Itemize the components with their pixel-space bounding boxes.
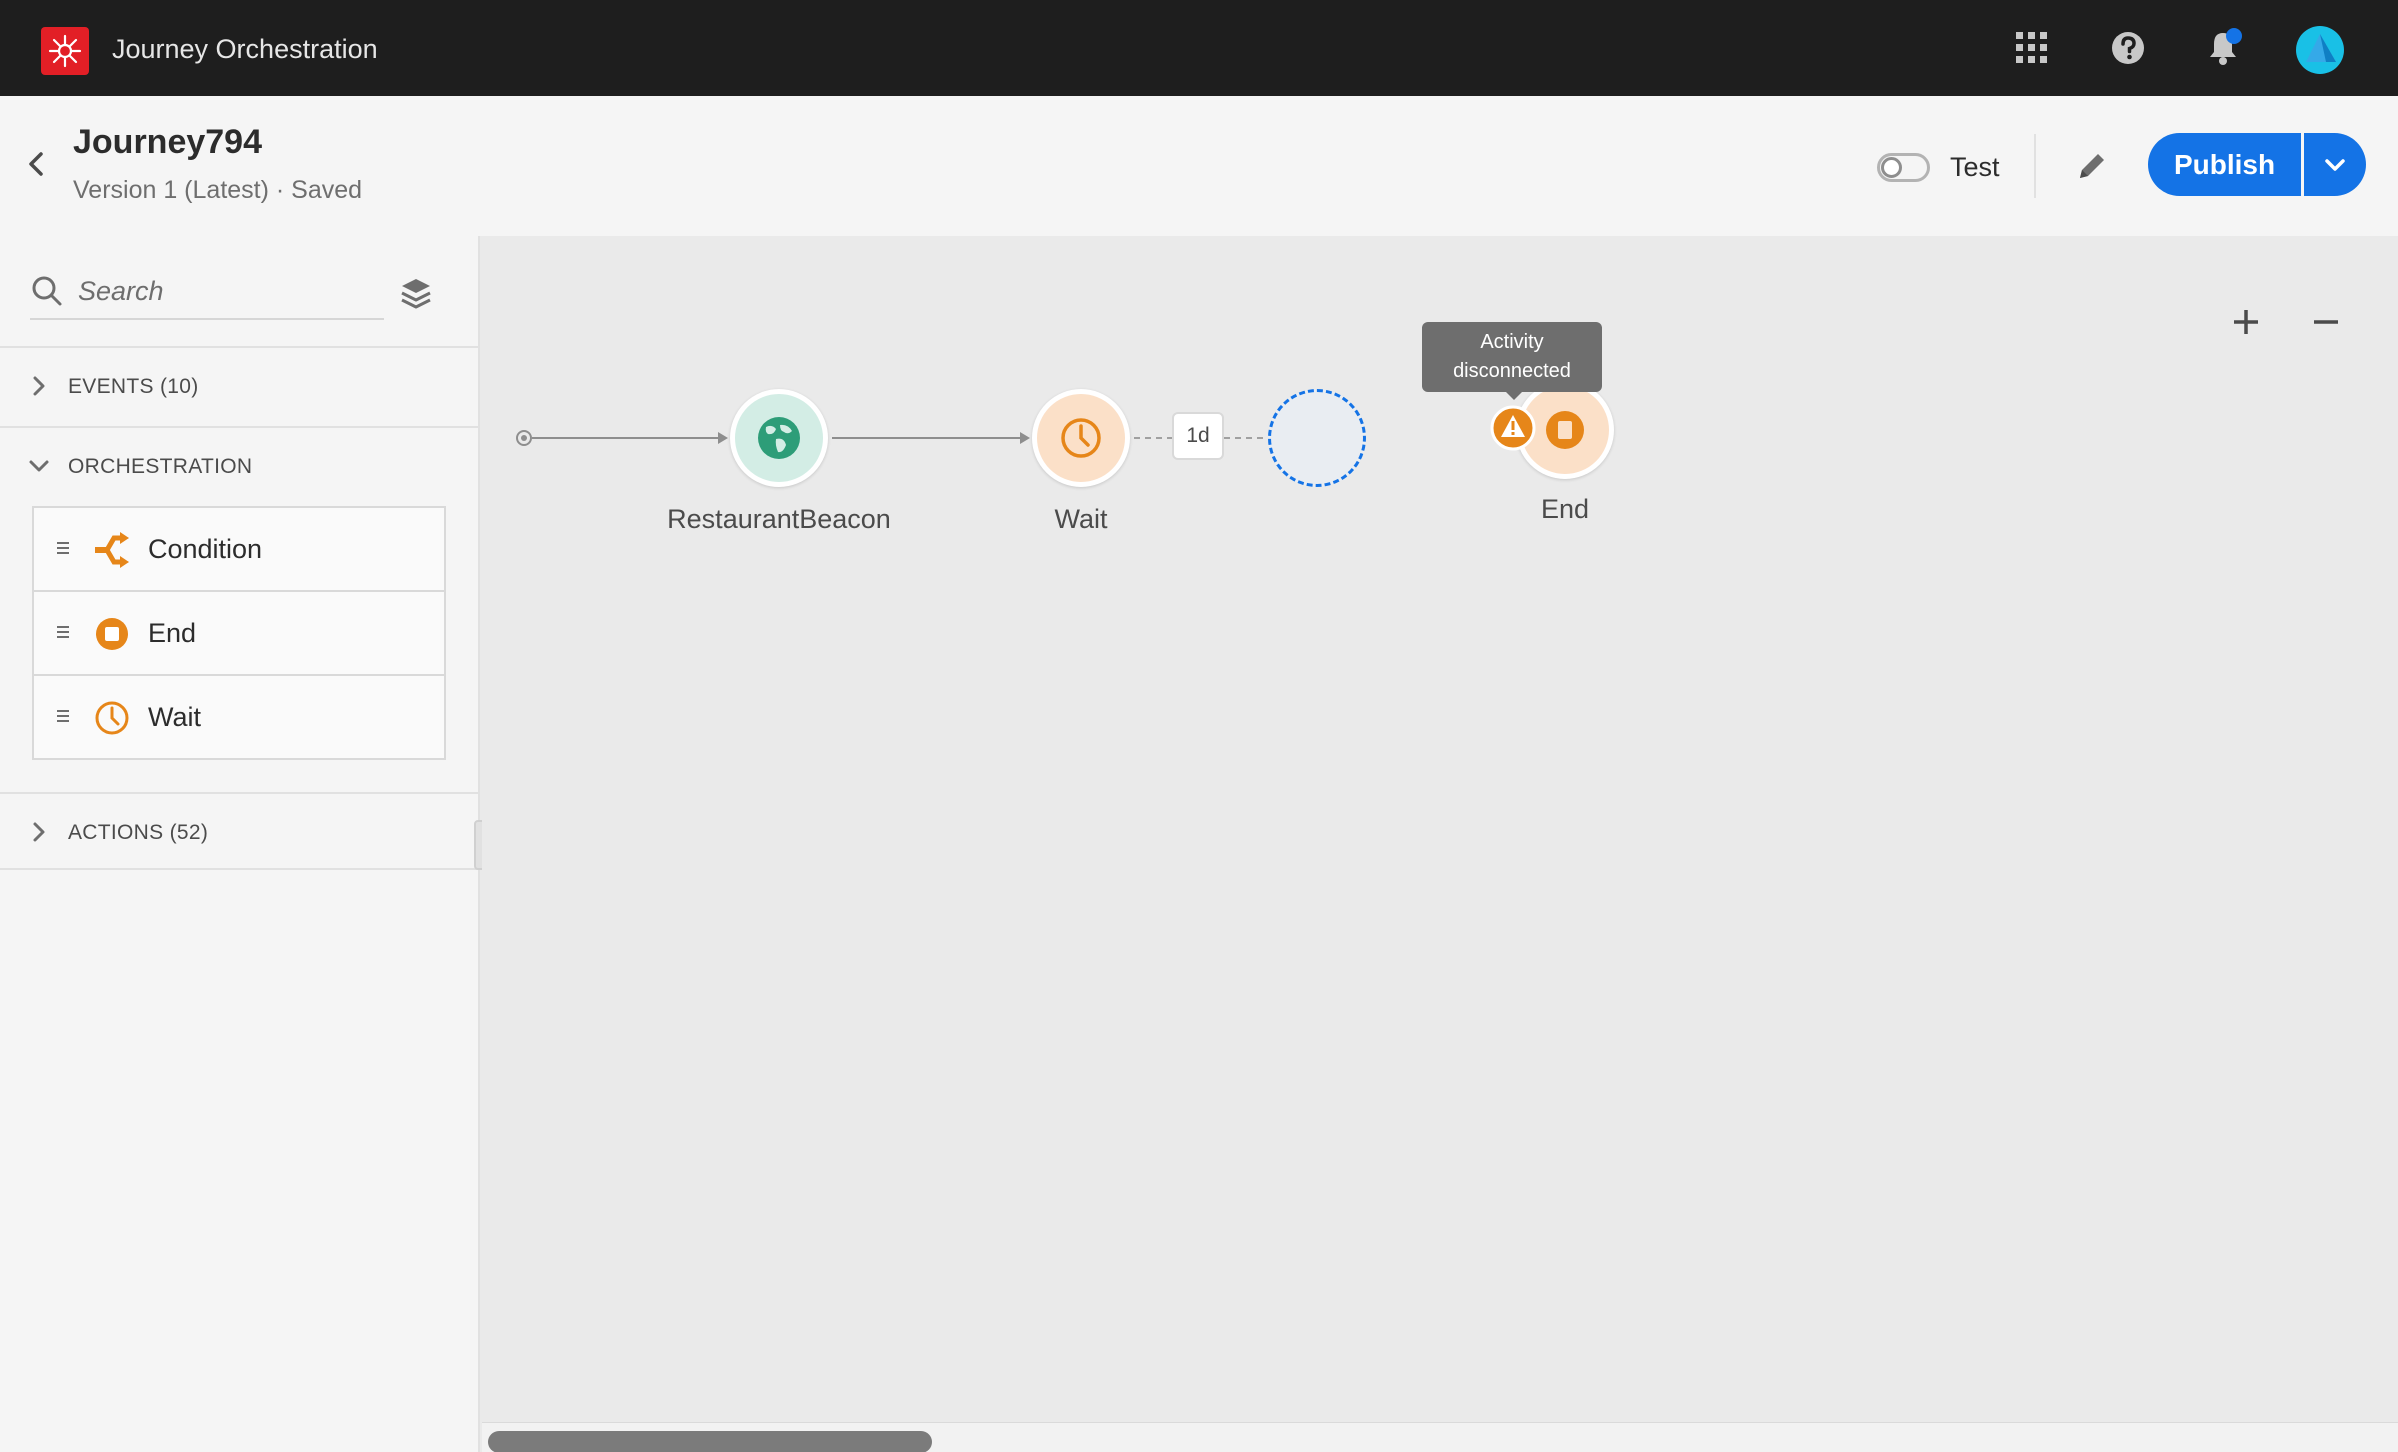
section-orchestration[interactable]: ORCHESTRATION (0, 426, 478, 504)
section-actions-label: ACTIONS (52) (68, 821, 209, 844)
node-label-beacon: RestaurantBeacon (667, 504, 891, 534)
warning-icon[interactable] (1490, 405, 1536, 451)
test-toggle[interactable] (1877, 153, 1930, 182)
section-events[interactable]: EVENTS (10) (0, 346, 478, 424)
node-wait[interactable] (1032, 389, 1130, 487)
app-title: Journey Orchestration (112, 34, 378, 64)
list-item-label: End (148, 618, 197, 648)
chevron-down-icon (29, 460, 49, 472)
help-icon[interactable] (2108, 28, 2148, 68)
list-item-end[interactable]: End (34, 592, 444, 676)
tooltip-activity-disconnected: Activity disconnected (1422, 322, 1602, 392)
list-item-label: Condition (148, 534, 263, 564)
drag-handle-icon[interactable] (56, 706, 70, 726)
node-label-wait: Wait (1054, 504, 1108, 534)
list-item-label: Wait (148, 702, 201, 732)
journey-version-status: Version 1 (Latest) · Saved (73, 176, 363, 204)
journey-header: Journey794 Version 1 (Latest) · Saved Te… (0, 96, 2398, 236)
node-label-end: End (1540, 494, 1590, 524)
snowflake-icon (48, 34, 82, 68)
empty-drop-target[interactable] (1268, 389, 1366, 487)
publish-dropdown-button[interactable] (2304, 133, 2366, 196)
wait-duration-badge[interactable]: 1d (1172, 412, 1224, 460)
section-actions[interactable]: ACTIONS (52) (0, 792, 478, 870)
scrollbar-thumb[interactable] (488, 1431, 932, 1452)
journey-name: Journey794 (73, 123, 262, 161)
notification-dot (2226, 28, 2242, 44)
activity-palette: EVENTS (10) ORCHESTRATION Condition (0, 236, 480, 1452)
user-avatar[interactable] (2296, 26, 2344, 74)
search-input[interactable] (30, 264, 384, 320)
horizontal-scrollbar[interactable] (482, 1422, 2398, 1452)
list-item-wait[interactable]: Wait (34, 676, 444, 760)
header-divider (2034, 134, 2036, 198)
clock-icon (1061, 418, 1101, 458)
orchestration-list: Condition End Wait (32, 506, 446, 760)
chevron-right-icon (33, 376, 45, 396)
top-bar: Journey Orchestration (0, 0, 2398, 96)
adobe-logo[interactable] (41, 27, 89, 75)
list-item-condition[interactable]: Condition (34, 508, 444, 592)
toggle-knob (1881, 157, 1902, 178)
end-icon (96, 618, 128, 650)
journey-canvas[interactable]: RestaurantBeacon Wait 1d End Activity di… (482, 236, 2398, 1452)
zoom-out-icon[interactable] (2308, 304, 2344, 340)
search-icon (30, 274, 64, 308)
publish-button[interactable]: Publish (2148, 133, 2301, 196)
section-events-label: EVENTS (10) (68, 375, 199, 398)
test-label: Test (1950, 152, 2000, 182)
back-chevron-icon[interactable] (24, 146, 52, 182)
clock-icon (95, 701, 129, 735)
zoom-in-icon[interactable] (2228, 304, 2264, 340)
drag-handle-icon[interactable] (56, 538, 70, 558)
layers-icon[interactable] (396, 274, 436, 314)
node-restaurant-beacon[interactable] (730, 389, 828, 487)
apps-grid-icon[interactable] (2012, 28, 2052, 68)
section-orchestration-label: ORCHESTRATION (68, 455, 253, 478)
tooltip-line2: disconnected (1453, 360, 1571, 382)
condition-icon (95, 532, 129, 568)
chevron-down-icon (2325, 159, 2345, 171)
chevron-right-icon (33, 822, 45, 842)
globe-icon (758, 417, 800, 459)
edit-pencil-icon[interactable] (2072, 146, 2112, 186)
tooltip-line1: Activity (1480, 331, 1544, 353)
tooltip-arrow (1506, 392, 1522, 400)
end-icon (1546, 411, 1584, 449)
drag-handle-icon[interactable] (56, 622, 70, 642)
